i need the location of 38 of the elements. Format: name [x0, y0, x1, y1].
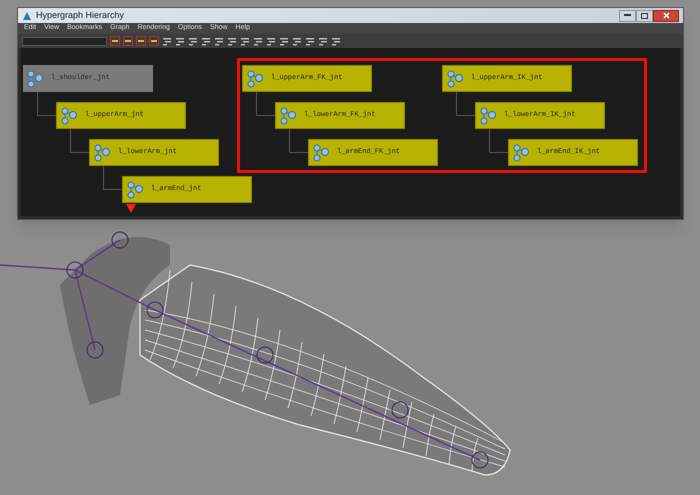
toolbar-icon[interactable]	[201, 36, 211, 46]
joint-icon	[127, 180, 143, 198]
minimize-button[interactable]	[619, 10, 636, 22]
toolbar-icon[interactable]	[331, 36, 341, 46]
joint-icon	[480, 106, 496, 124]
maximize-button[interactable]	[636, 10, 653, 22]
toolbar-icon[interactable]	[162, 36, 172, 46]
toolbar-icon[interactable]	[253, 36, 263, 46]
toolbar-icon[interactable]	[149, 36, 159, 46]
maximize-icon	[641, 12, 648, 18]
toolbar-icon[interactable]	[136, 36, 146, 46]
toolbar-icon[interactable]	[266, 36, 276, 46]
joint-icon	[61, 106, 77, 124]
window-title: Hypergraph Hierarchy	[36, 8, 124, 22]
triangle-marker-icon	[126, 204, 136, 213]
joint-icon	[513, 144, 529, 162]
joint-icon	[247, 70, 263, 88]
app-icon	[22, 10, 32, 20]
toolbar-icon[interactable]	[240, 36, 250, 46]
joint-icon	[27, 70, 43, 88]
toolbar-icon[interactable]	[110, 36, 120, 46]
toolbar-icon[interactable]	[123, 36, 133, 46]
joint-icon	[313, 144, 329, 162]
joint-icon	[94, 144, 110, 162]
joint-icon	[280, 106, 296, 124]
toolbar-icon[interactable]	[188, 36, 198, 46]
close-button[interactable]	[653, 10, 679, 22]
joint-icon	[447, 70, 463, 88]
toolbar-icon[interactable]	[279, 36, 289, 46]
toolbar-icon[interactable]	[175, 36, 185, 46]
toolbar-icon[interactable]	[292, 36, 302, 46]
close-icon	[662, 12, 670, 19]
toolbar-icon[interactable]	[214, 36, 224, 46]
toolbar-icon[interactable]	[318, 36, 328, 46]
minimize-icon	[624, 14, 631, 17]
search-field[interactable]	[22, 36, 107, 46]
toolbar-icon[interactable]	[305, 36, 315, 46]
toolbar-icon[interactable]	[227, 36, 237, 46]
